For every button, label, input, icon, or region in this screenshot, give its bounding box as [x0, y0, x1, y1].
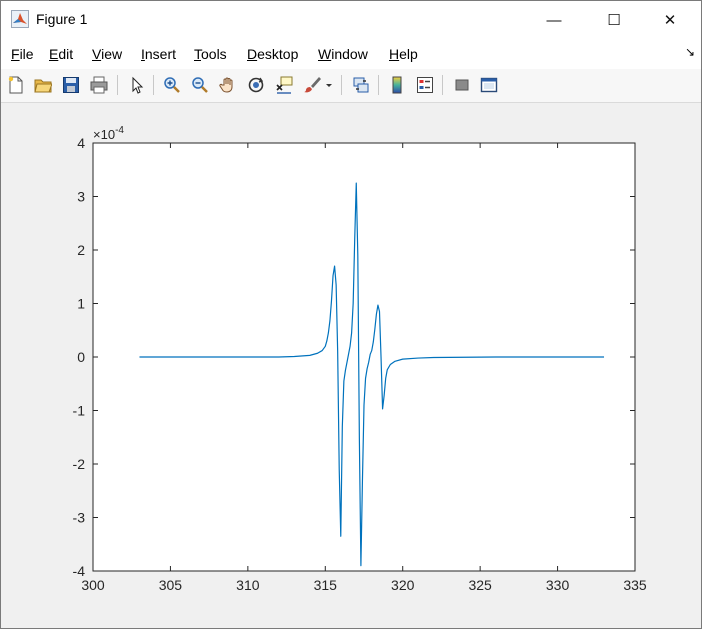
y-tick-label: 2 — [77, 242, 85, 258]
figure-canvas: 300 305 310 315 320 325 330 335 4 3 2 1 0 -1 -2 -3 -4 ×1… — [1, 103, 701, 628]
y-tick-label: 1 — [77, 296, 85, 312]
title-bar[interactable]: Figure 1 — ☐ ✕ — [1, 1, 701, 39]
open-file-icon[interactable] — [32, 74, 54, 96]
matlab-logo-icon — [11, 10, 29, 28]
y-tick-label: -4 — [73, 563, 86, 579]
maximize-icon: ☐ — [607, 12, 621, 29]
legend-icon[interactable] — [414, 74, 436, 96]
toolbar-separator — [442, 75, 443, 95]
x-tick-label: 320 — [391, 577, 415, 593]
link-plot-icon[interactable] — [350, 74, 372, 96]
y-tick-label: 0 — [77, 349, 85, 365]
y-tick-label: 3 — [77, 189, 85, 205]
menu-view[interactable]: View — [92, 46, 122, 62]
menu-desktop[interactable]: Desktop — [247, 46, 298, 62]
x-tick-label: 300 — [81, 577, 105, 593]
zoom-in-icon[interactable] — [161, 74, 183, 96]
y-exponent-label: ×10-4 — [93, 125, 124, 142]
toolbar-separator — [153, 75, 154, 95]
zoom-out-icon[interactable] — [189, 74, 211, 96]
toolbar-separator — [378, 75, 379, 95]
x-tick-label: 315 — [314, 577, 338, 593]
menu-edit[interactable]: Edit — [49, 46, 73, 62]
menu-file[interactable]: File — [11, 46, 34, 62]
y-tick-label: -3 — [73, 510, 86, 526]
pointer-icon[interactable] — [126, 74, 148, 96]
y-tick-label: -2 — [73, 456, 86, 472]
menu-bar: File Edit View Insert Tools Desktop Wind… — [1, 39, 701, 69]
menu-help[interactable]: Help — [389, 46, 418, 62]
data-cursor-icon[interactable] — [273, 74, 295, 96]
line-chart[interactable]: 300 305 310 315 320 325 330 335 4 3 2 1 0 -1 -2 -3 -4 ×1… — [1, 103, 701, 628]
chevron-down-icon[interactable] — [323, 74, 335, 96]
undock-arrow-icon[interactable]: ↘ — [685, 45, 695, 59]
menu-window[interactable]: Window — [318, 46, 368, 62]
figure-window: Figure 1 — ☐ ✕ File Edit View Insert Too… — [0, 0, 702, 629]
rotate-3d-icon[interactable] — [245, 74, 267, 96]
maximize-button[interactable]: ☐ — [591, 1, 637, 39]
toolbar-separator — [341, 75, 342, 95]
colorbar-icon[interactable] — [386, 74, 408, 96]
show-plot-tools-icon[interactable] — [478, 74, 500, 96]
close-icon: ✕ — [663, 12, 677, 29]
new-figure-icon[interactable] — [5, 74, 27, 96]
x-tick-label: 310 — [236, 577, 260, 593]
menu-insert[interactable]: Insert — [141, 46, 176, 62]
toolbar-separator — [117, 75, 118, 95]
x-tick-label: 305 — [159, 577, 183, 593]
save-icon[interactable] — [60, 74, 82, 96]
minimize-button[interactable]: — — [531, 1, 577, 39]
y-tick-label: -1 — [73, 403, 86, 419]
y-exponent-base: ×10 — [93, 127, 115, 142]
brush-icon[interactable] — [301, 74, 323, 96]
print-icon[interactable] — [88, 74, 110, 96]
menu-tools[interactable]: Tools — [194, 46, 227, 62]
figure-toolbar — [1, 69, 701, 103]
minimize-icon: — — [546, 11, 562, 29]
close-button[interactable]: ✕ — [647, 1, 693, 39]
x-tick-label: 330 — [546, 577, 570, 593]
x-tick-label: 325 — [468, 577, 492, 593]
window-title: Figure 1 — [36, 11, 88, 27]
pan-hand-icon[interactable] — [217, 74, 239, 96]
y-exponent-power: -4 — [115, 125, 124, 136]
y-tick-label: 4 — [77, 135, 85, 151]
hide-plot-tools-icon[interactable] — [451, 74, 473, 96]
x-tick-label: 335 — [623, 577, 647, 593]
